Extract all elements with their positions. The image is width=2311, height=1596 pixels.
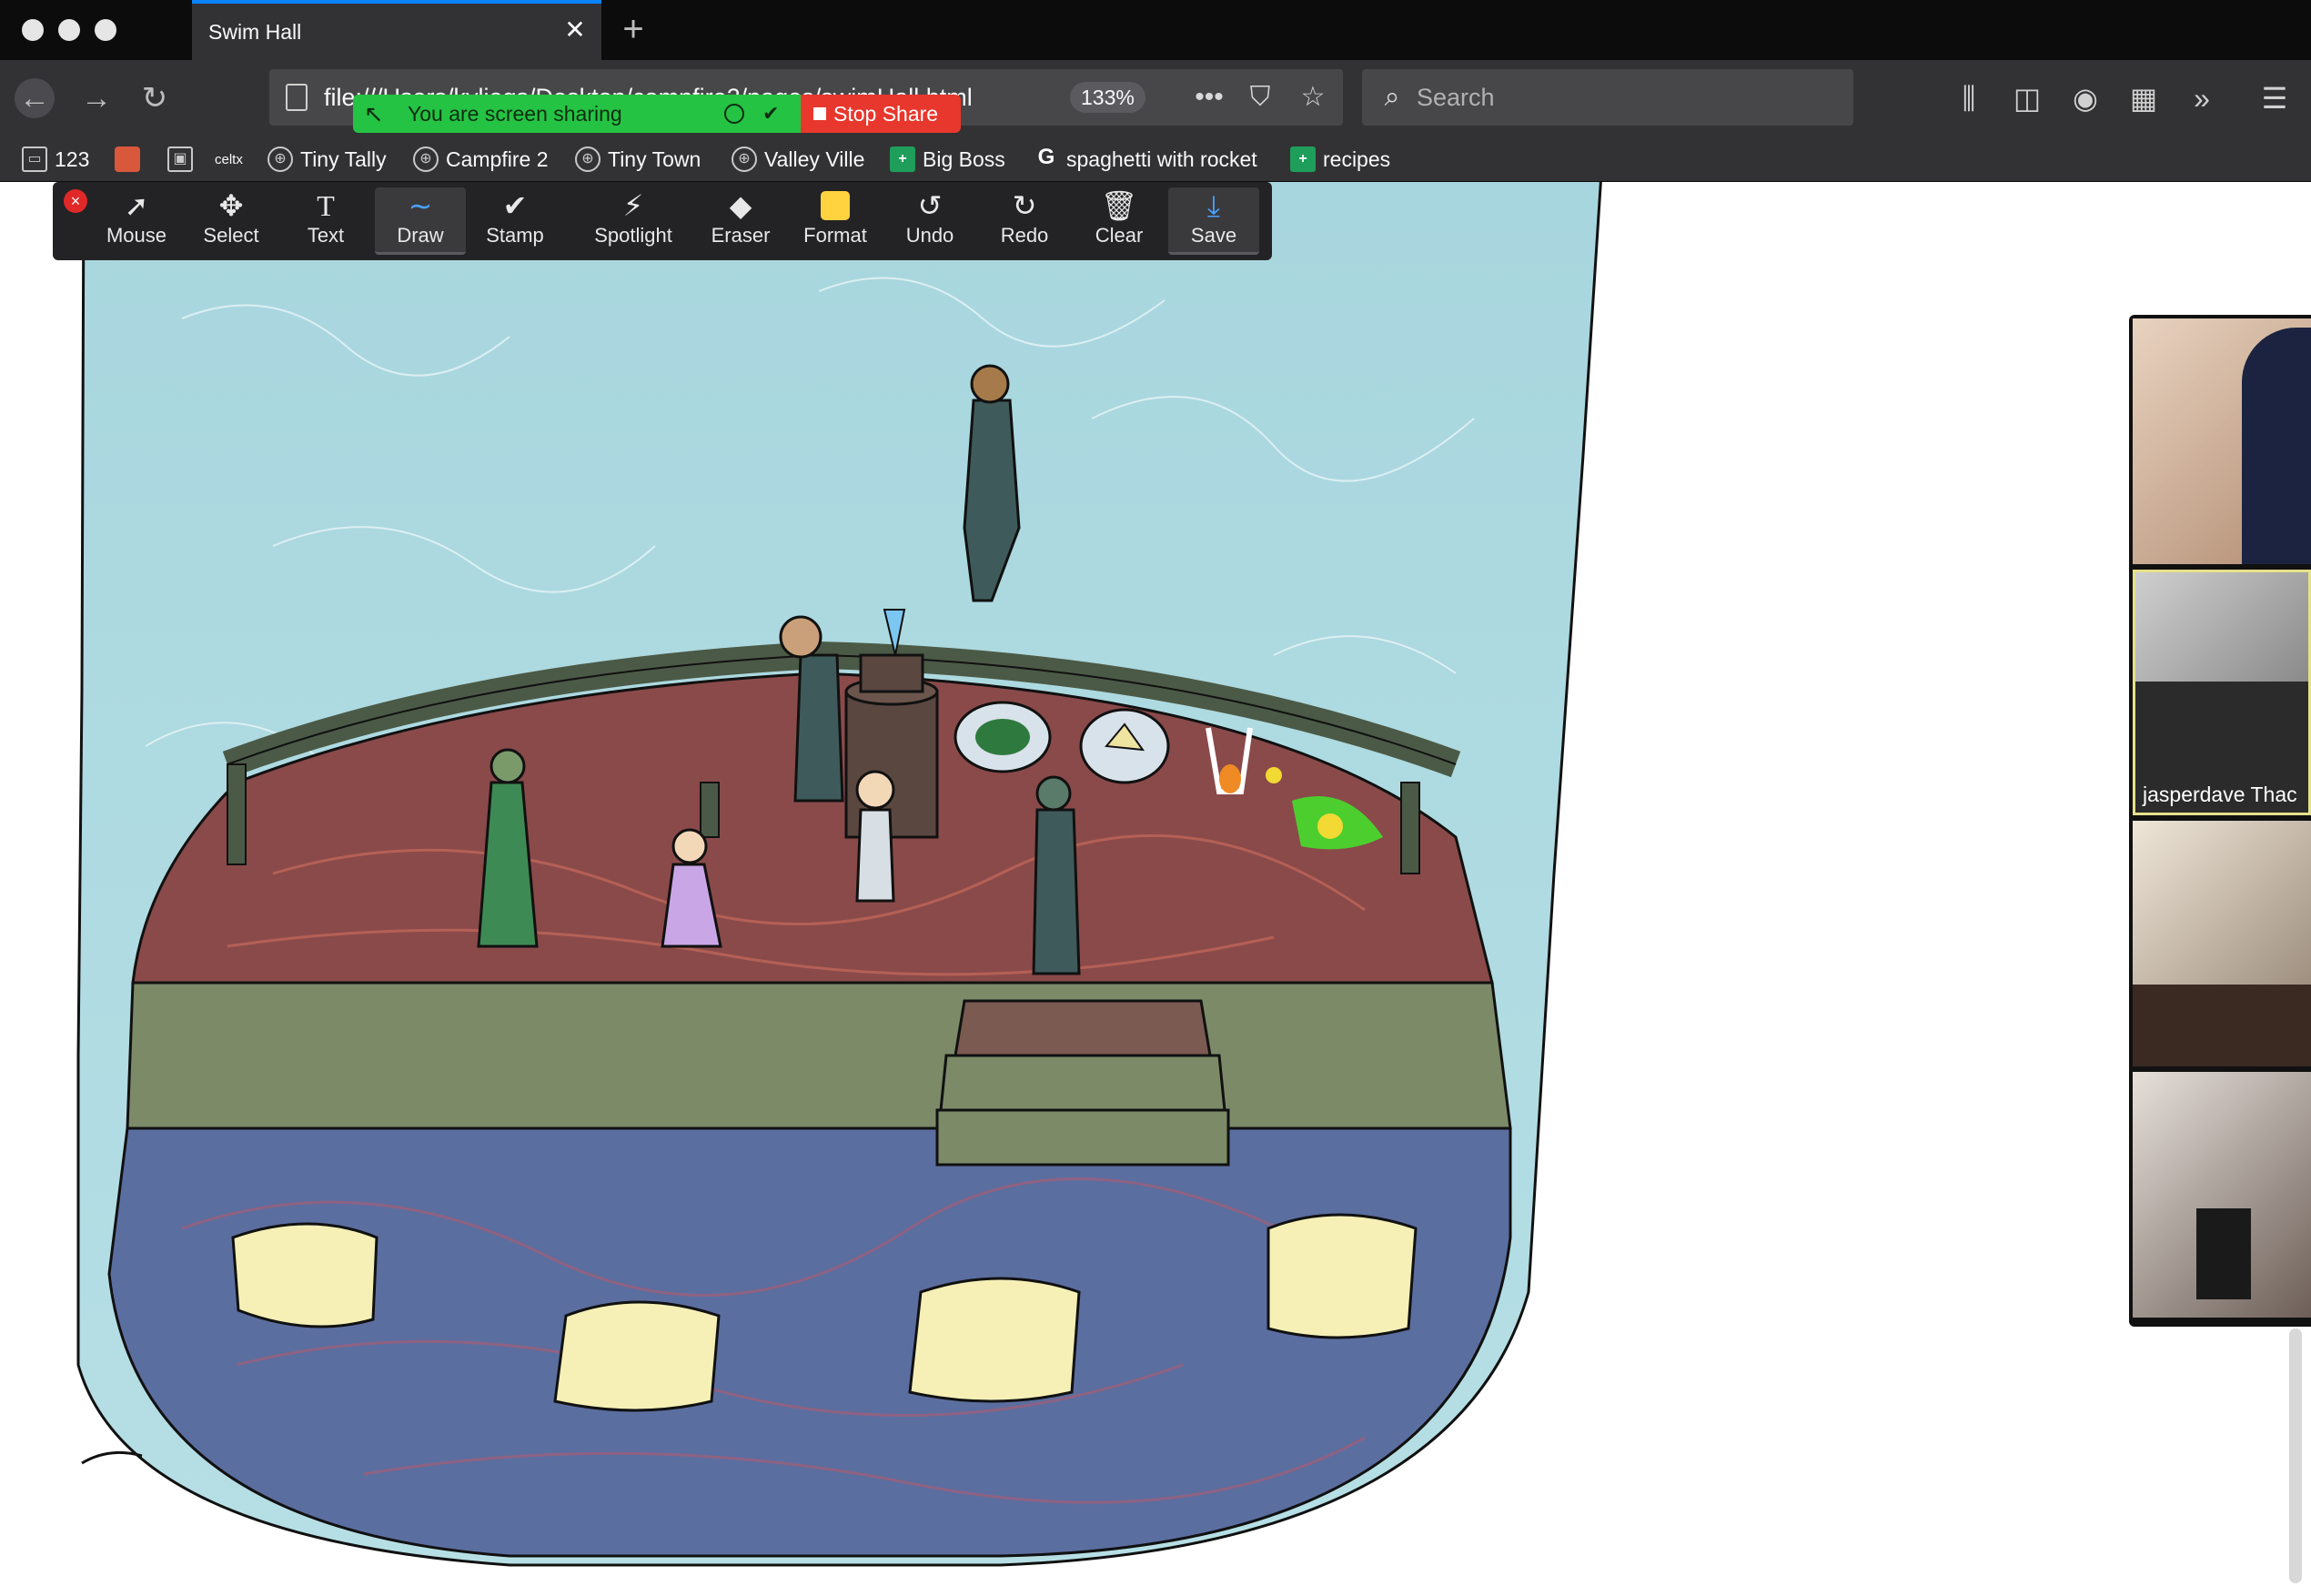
page-actions-icon[interactable]: ••• xyxy=(1192,80,1226,115)
maximize-window-button[interactable] xyxy=(95,19,116,41)
tool-redo[interactable]: ↻ Redo xyxy=(979,187,1070,255)
bookmark-spaghetti[interactable]: Gspaghetti with rocket xyxy=(1034,144,1257,175)
bookmark-campfire-2[interactable]: ⊕ Campfire 2 xyxy=(413,144,548,175)
bookmark-tiny-tally[interactable]: ⊕ Tiny Tally xyxy=(267,144,387,175)
share-status-pill[interactable]: ↖ You are screen sharing ✔ xyxy=(353,95,801,133)
share-arrow-icon: ↖ xyxy=(364,100,384,127)
move-icon: ✥ xyxy=(218,189,244,222)
back-button[interactable]: ← xyxy=(15,78,55,118)
avatar xyxy=(2196,1208,2251,1299)
redo-icon: ↻ xyxy=(1012,189,1037,222)
bookmark-big-boss[interactable]: + Big Boss xyxy=(890,144,1005,175)
undo-icon: ↺ xyxy=(917,189,943,222)
bookmark-app[interactable] xyxy=(115,144,140,175)
video-tile-1[interactable] xyxy=(2133,318,2311,564)
app-icon xyxy=(115,146,140,172)
pocket-icon[interactable]: ⛉ xyxy=(1243,80,1277,115)
browser-tab[interactable]: Swim Hall ✕ xyxy=(192,0,601,60)
tool-mouse[interactable]: ➚ Mouse xyxy=(91,187,182,255)
sheets-icon: + xyxy=(890,146,915,172)
reload-button[interactable]: ↻ xyxy=(135,78,175,118)
tab-title: Swim Hall xyxy=(208,20,302,44)
globe-icon: ⊕ xyxy=(267,146,293,172)
video-tile-4[interactable] xyxy=(2133,1072,2311,1318)
annotation-toolbar: × ➚ Mouse ✥ Select T Text ∼ Draw ✔ Stamp ⚡ Spo… xyxy=(53,182,1272,260)
color-swatch-icon xyxy=(821,191,850,220)
nav-bar: ← → ↻ file:///Users/kyliegs/Desktop/camp… xyxy=(0,60,2311,136)
bookmark-recipes[interactable]: + recipes xyxy=(1290,144,1390,175)
bookmarks-bar: ▭ 123 ▣ celtx ⊕ Tiny Tally ⊕ Campfire 2 ⊕ Ti… xyxy=(0,136,2311,182)
record-icon xyxy=(724,104,744,124)
page-canvas xyxy=(0,182,2311,1596)
squiggle-icon: ∼ xyxy=(408,189,433,222)
page-scrollbar[interactable] xyxy=(2289,1328,2302,1583)
tool-clear[interactable]: 🗑 Clear xyxy=(1074,187,1165,255)
tool-draw[interactable]: ∼ Draw xyxy=(375,187,466,255)
stop-share-button[interactable]: Stop Share xyxy=(801,95,961,133)
globe-icon: ⊕ xyxy=(732,146,757,172)
folder-icon: ▭ xyxy=(22,146,47,172)
share-status-label: You are screen sharing xyxy=(408,102,622,126)
sidebar-icon[interactable]: ◫ xyxy=(2007,78,2047,118)
eraser-icon: ◆ xyxy=(729,189,752,222)
new-tab-button[interactable]: + xyxy=(615,11,651,47)
bookmark-123[interactable]: ▭ 123 xyxy=(22,144,89,175)
bookmark-tiny-town[interactable]: ⊕ Tiny Town xyxy=(575,144,701,175)
scan-icon: ▣ xyxy=(167,146,193,172)
video-panel: jasperdave Thac xyxy=(2129,315,2311,1327)
stage-stairs xyxy=(954,999,1212,1057)
stage-front xyxy=(126,981,1512,1130)
bookmark-star-icon[interactable]: ☆ xyxy=(1296,80,1330,115)
tool-select[interactable]: ✥ Select xyxy=(186,187,277,255)
download-icon: ⤓ xyxy=(1206,189,1221,222)
tool-eraser[interactable]: ◆ Eraser xyxy=(695,187,786,255)
avatar xyxy=(2133,985,2311,1066)
tool-stamp[interactable]: ✔ Stamp xyxy=(469,187,560,255)
tool-save[interactable]: ⤓ Save xyxy=(1168,187,1259,255)
tool-format[interactable]: Format xyxy=(790,187,881,255)
text-icon: T xyxy=(317,189,335,222)
check-icon: ✔ xyxy=(502,189,528,222)
close-toolbar-icon[interactable]: × xyxy=(64,189,87,213)
account-icon[interactable]: ◉ xyxy=(2065,78,2105,118)
extension-icon[interactable]: ▦ xyxy=(2124,78,2164,118)
library-icon[interactable]: ⫼ xyxy=(1949,78,1989,118)
globe-icon: ⊕ xyxy=(575,146,600,172)
forward-button[interactable]: → xyxy=(76,78,116,118)
close-window-button[interactable] xyxy=(22,19,44,41)
trash-icon: 🗑 xyxy=(1100,189,1138,222)
stop-share-label: Stop Share xyxy=(833,102,939,126)
menu-icon[interactable]: ☰ xyxy=(2255,78,2295,118)
search-bar[interactable]: ⌕ Search xyxy=(1362,69,1853,126)
bookmark-celtx[interactable]: celtx xyxy=(215,144,243,175)
tool-text[interactable]: T Text xyxy=(280,187,371,255)
search-icon: ⌕ xyxy=(1384,82,1400,112)
minimize-window-button[interactable] xyxy=(58,19,80,41)
stop-icon xyxy=(813,107,826,120)
shield-icon: ✔ xyxy=(762,102,780,125)
tab-bar: Swim Hall ✕ + xyxy=(0,0,2311,60)
lower-floor xyxy=(107,1126,1512,1558)
swim-hall-illustration xyxy=(76,182,1602,1567)
bookmark-scan[interactable]: ▣ xyxy=(167,144,193,175)
cursor-icon: ➚ xyxy=(124,189,149,222)
screen-share-banner: ↖ You are screen sharing ✔ Stop Share xyxy=(353,95,972,133)
google-icon: G xyxy=(1037,145,1055,169)
tool-undo[interactable]: ↺ Undo xyxy=(884,187,975,255)
avatar xyxy=(2242,328,2311,564)
search-placeholder: Search xyxy=(1417,84,1495,111)
sheets-icon: + xyxy=(1290,146,1316,172)
page-icon xyxy=(286,84,308,111)
bookmark-valley-ville[interactable]: ⊕ Valley Ville xyxy=(732,144,864,175)
tool-spotlight[interactable]: ⚡ Spotlight xyxy=(580,187,686,255)
zoom-indicator[interactable]: 133% xyxy=(1070,82,1145,113)
video-tile-3[interactable] xyxy=(2133,821,2311,1066)
tab-close-icon[interactable]: ✕ xyxy=(561,16,589,44)
video-tile-2[interactable]: jasperdave Thac xyxy=(2133,570,2311,815)
globe-icon: ⊕ xyxy=(413,146,439,172)
wand-icon: ⚡ xyxy=(622,189,644,222)
overflow-chevron-icon[interactable]: » xyxy=(2182,78,2222,118)
